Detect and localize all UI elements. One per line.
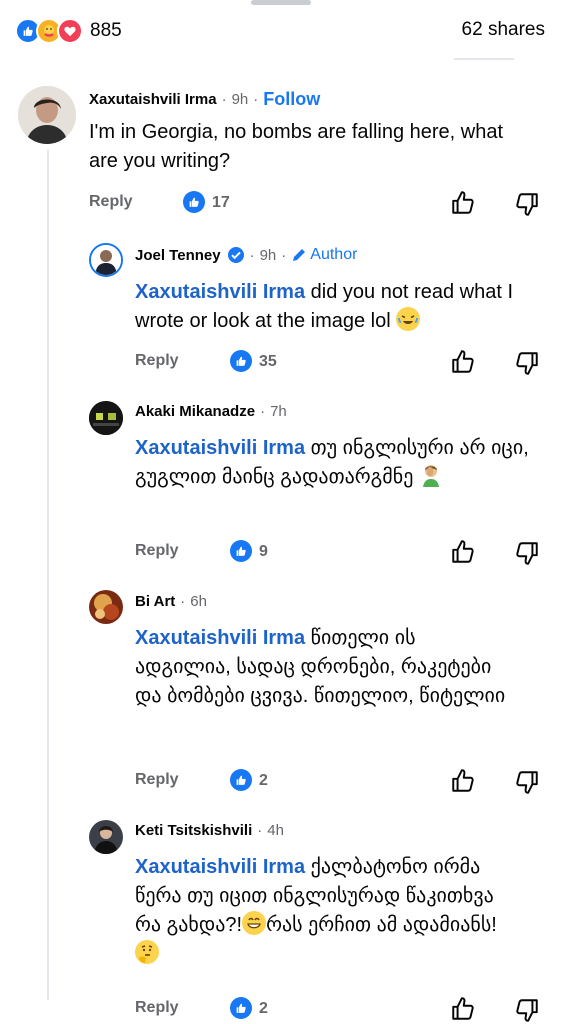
- separator: ·: [249, 246, 255, 264]
- thinking-emoji-icon: [135, 940, 159, 964]
- like-count[interactable]: 17: [212, 194, 230, 212]
- like-button-icon[interactable]: [450, 349, 476, 375]
- dislike-button-icon[interactable]: [514, 769, 540, 795]
- comment-text: Xaxutaishvili Irma did you not read what…: [135, 281, 513, 332]
- facepalm-emoji-icon: [419, 463, 443, 487]
- reply-button[interactable]: Reply: [89, 193, 133, 211]
- reactions-summary[interactable]: 885: [15, 18, 122, 44]
- drag-handle[interactable]: [251, 0, 311, 5]
- separator: ·: [221, 91, 227, 108]
- avatar[interactable]: [89, 820, 123, 854]
- comment-author[interactable]: Xaxutaishvili Irma: [89, 91, 217, 108]
- comment-time: 9h: [231, 91, 249, 108]
- dislike-button-icon[interactable]: [514, 350, 540, 376]
- like-button-icon[interactable]: [450, 539, 476, 565]
- verified-badge-icon: [227, 246, 245, 264]
- separator: ·: [260, 403, 266, 420]
- comment-author[interactable]: Joel Tenney: [135, 247, 221, 264]
- author-tag: Author: [310, 246, 358, 263]
- comment-author[interactable]: Bi Art: [135, 593, 175, 610]
- separator: ·: [281, 246, 287, 264]
- comment-text: Xaxutaishvili Irma ქალბატონო ირმა წერა თ…: [135, 853, 515, 969]
- reply-button[interactable]: Reply: [135, 352, 179, 370]
- reply-button[interactable]: Reply: [135, 999, 179, 1017]
- mention-link[interactable]: Xaxutaishvili Irma: [135, 437, 305, 459]
- dislike-button-icon[interactable]: [514, 997, 540, 1023]
- mention-link[interactable]: Xaxutaishvili Irma: [135, 281, 305, 303]
- separator: ·: [180, 593, 186, 610]
- like-icon: [183, 191, 205, 213]
- like-count[interactable]: 35: [259, 353, 277, 371]
- separator: ·: [257, 822, 263, 839]
- dislike-button-icon[interactable]: [514, 191, 540, 217]
- follow-button[interactable]: Follow: [263, 89, 320, 110]
- reply-button[interactable]: Reply: [135, 771, 179, 789]
- separator: ·: [253, 91, 259, 108]
- mention-link[interactable]: Xaxutaishvili Irma: [135, 627, 305, 649]
- comment-time: 6h: [190, 593, 207, 610]
- like-icon: [230, 769, 252, 791]
- dislike-button-icon[interactable]: [514, 540, 540, 566]
- like-count[interactable]: 2: [259, 1000, 268, 1018]
- avatar[interactable]: [18, 86, 76, 144]
- love-icon: [57, 18, 83, 44]
- comment-time: 7h: [270, 403, 287, 420]
- avatar[interactable]: [89, 243, 123, 277]
- like-button-icon[interactable]: [450, 190, 476, 216]
- pencil-icon: [291, 247, 307, 263]
- grinning-emoji-icon: [242, 911, 267, 935]
- like-icon: [230, 997, 252, 1019]
- comment-text: I'm in Georgia, no bombs are falling her…: [89, 121, 504, 172]
- reaction-count: 885: [90, 20, 122, 41]
- thread-line: [47, 150, 49, 1000]
- comment-text: Xaxutaishvili Irma წითელი ის ადგილია, სა…: [135, 627, 506, 707]
- reply-button[interactable]: Reply: [135, 542, 179, 560]
- like-button-icon[interactable]: [450, 768, 476, 794]
- laughing-emoji-icon: [396, 307, 421, 331]
- like-count[interactable]: 2: [259, 772, 268, 790]
- comment-text: Xaxutaishvili Irma თუ ინგლისური არ იცი, …: [135, 437, 529, 488]
- comment-time: 9h: [259, 246, 277, 264]
- comment-time: 4h: [267, 822, 284, 839]
- comment-author[interactable]: Akaki Mikanadze: [135, 403, 255, 420]
- like-icon: [230, 350, 252, 372]
- comment-author[interactable]: Keti Tsitskishvili: [135, 822, 252, 839]
- like-count[interactable]: 9: [259, 543, 268, 561]
- avatar[interactable]: [89, 401, 123, 435]
- avatar[interactable]: [89, 590, 123, 624]
- like-icon: [230, 540, 252, 562]
- divider: [454, 58, 514, 60]
- like-button-icon[interactable]: [450, 996, 476, 1022]
- mention-link[interactable]: Xaxutaishvili Irma: [135, 856, 305, 878]
- shares-count[interactable]: 62 shares: [462, 19, 545, 41]
